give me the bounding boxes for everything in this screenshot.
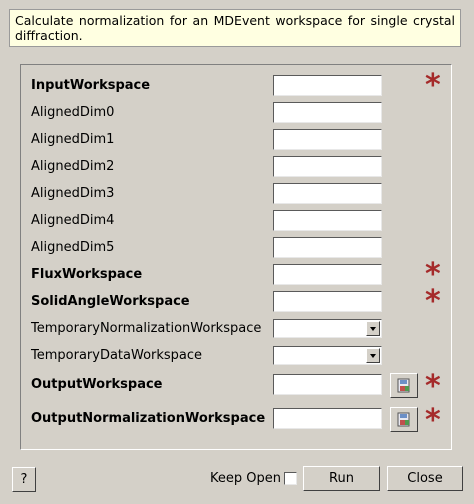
property-row-output-workspace: OutputWorkspace * (21, 372, 451, 402)
property-label-flux-workspace: FluxWorkspace (31, 267, 143, 282)
property-input-aligned-dim0[interactable] (273, 102, 382, 123)
keep-open-label: Keep Open (210, 471, 281, 486)
property-combo-temporary-data-workspace[interactable] (273, 346, 382, 365)
run-button[interactable]: Run (303, 466, 380, 491)
property-label-output-workspace: OutputWorkspace (31, 377, 163, 392)
properties-panel: InputWorkspace * AlignedDim0 AlignedDim1 Ali… (20, 64, 452, 450)
property-label-temporary-normalization-workspace: TemporaryNormalizationWorkspace (31, 321, 262, 336)
property-label-aligned-dim3: AlignedDim3 (31, 186, 115, 201)
property-row-solid-angle-workspace: SolidAngleWorkspace * (21, 287, 451, 317)
required-marker: * (425, 403, 441, 438)
property-input-flux-workspace[interactable] (273, 264, 382, 285)
property-input-aligned-dim5[interactable] (273, 237, 382, 258)
property-label-solid-angle-workspace: SolidAngleWorkspace (31, 294, 190, 309)
property-label-aligned-dim5: AlignedDim5 (31, 240, 115, 255)
property-label-output-normalization-workspace: OutputNormalizationWorkspace (31, 411, 266, 426)
property-label-aligned-dim1: AlignedDim1 (31, 132, 115, 147)
algorithm-description: Calculate normalization for an MDEvent w… (9, 9, 461, 47)
property-label-aligned-dim4: AlignedDim4 (31, 213, 115, 228)
property-row-aligned-dim0: AlignedDim0 (21, 102, 451, 124)
property-label-aligned-dim0: AlignedDim0 (31, 105, 115, 120)
property-input-output-normalization-workspace[interactable] (273, 408, 382, 429)
property-input-aligned-dim1[interactable] (273, 129, 382, 150)
property-input-solid-angle-workspace[interactable] (273, 291, 382, 312)
property-input-aligned-dim4[interactable] (273, 210, 382, 231)
required-marker: * (425, 68, 441, 103)
save-file-icon (397, 378, 410, 393)
required-marker: * (425, 369, 441, 404)
property-input-output-workspace[interactable] (273, 374, 382, 395)
property-row-input-workspace: InputWorkspace * (21, 71, 451, 101)
property-label-aligned-dim2: AlignedDim2 (31, 159, 115, 174)
property-combo-temporary-normalization-workspace[interactable] (273, 319, 382, 338)
property-row-aligned-dim4: AlignedDim4 (21, 210, 451, 232)
property-row-aligned-dim5: AlignedDim5 (21, 237, 451, 259)
property-row-aligned-dim3: AlignedDim3 (21, 183, 451, 205)
close-button[interactable]: Close (387, 466, 463, 491)
help-button[interactable]: ? (12, 467, 36, 492)
property-label-temporary-data-workspace: TemporaryDataWorkspace (31, 348, 203, 363)
property-label-input-workspace: InputWorkspace (31, 78, 151, 93)
property-row-temporary-data-workspace: TemporaryDataWorkspace (21, 345, 451, 367)
chevron-down-icon[interactable] (366, 321, 380, 336)
browse-button-output-normalization-workspace[interactable] (390, 407, 418, 432)
save-file-icon (397, 412, 410, 427)
property-row-aligned-dim1: AlignedDim1 (21, 129, 451, 151)
browse-button-output-workspace[interactable] (390, 373, 418, 398)
keep-open-checkbox[interactable] (284, 472, 297, 485)
property-row-output-normalization-workspace: OutputNormalizationWorkspace * (21, 406, 451, 436)
property-input-input-workspace[interactable] (273, 75, 382, 96)
required-marker: * (425, 284, 441, 319)
property-row-temporary-normalization-workspace: TemporaryNormalizationWorkspace (21, 318, 451, 340)
property-input-aligned-dim3[interactable] (273, 183, 382, 204)
property-row-aligned-dim2: AlignedDim2 (21, 156, 451, 178)
property-input-aligned-dim2[interactable] (273, 156, 382, 177)
property-row-flux-workspace: FluxWorkspace * (21, 260, 451, 290)
chevron-down-icon[interactable] (366, 348, 380, 363)
